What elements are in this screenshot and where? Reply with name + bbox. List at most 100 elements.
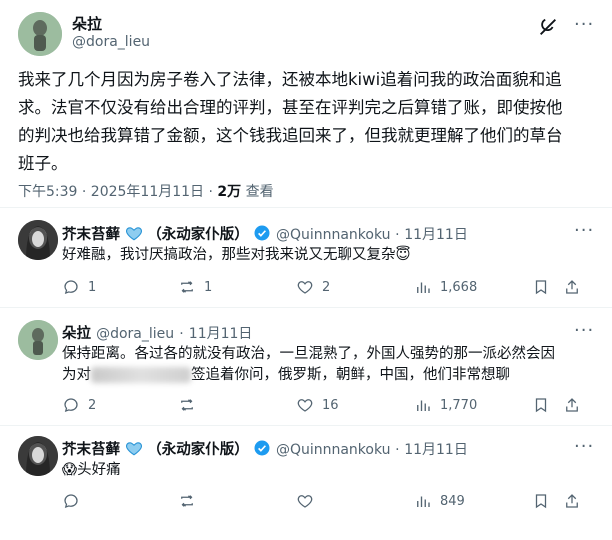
views-icon: [417, 282, 430, 293]
divider: [0, 307, 612, 308]
share-button[interactable]: [563, 492, 581, 510]
more-icon[interactable]: ···: [574, 438, 594, 456]
bookmark-button[interactable]: [532, 492, 550, 510]
like-count: 16: [322, 397, 339, 413]
main-author-handle[interactable]: @dora_lieu: [72, 34, 150, 50]
views-icon: [417, 400, 430, 411]
main-author-avatar[interactable]: [18, 12, 62, 56]
like-icon: [297, 281, 313, 294]
more-icon[interactable]: ···: [574, 222, 594, 240]
views-button[interactable]: 849: [414, 492, 465, 510]
reply-count: 2: [88, 397, 97, 413]
reply3-name-suffix[interactable]: （永动家仆版）: [147, 442, 249, 458]
repost-icon: [181, 495, 193, 507]
reply1-author-avatar[interactable]: [18, 220, 58, 260]
main-post-line: 求。法官不仅没有给出合理的评判，甚至在评判完之后算错了账，即使按他: [18, 98, 563, 117]
share-button[interactable]: [563, 396, 581, 414]
reply2-date[interactable]: 11月11日: [189, 326, 253, 342]
repost-button[interactable]: 1: [178, 278, 212, 296]
separator-dot: ·: [395, 227, 400, 243]
verified-badge-icon: [253, 224, 271, 242]
reply2-author-avatar[interactable]: [18, 320, 58, 360]
reply-button[interactable]: [62, 492, 88, 510]
repost-button[interactable]: [178, 492, 204, 510]
avatar-image: [18, 12, 62, 56]
views-button[interactable]: 1,770: [414, 396, 477, 414]
main-post-line: 班子。: [18, 154, 68, 173]
follow-icon-button[interactable]: [537, 16, 559, 38]
reply1-header: 芥末苔藓 （永动家仆版） @Quinnnankoku · 11月11日: [62, 223, 468, 244]
like-button[interactable]: [296, 492, 322, 510]
share-icon: [566, 494, 578, 508]
repost-icon: [181, 281, 193, 293]
main-post-timestamp[interactable]: 下午5:39 · 2025年11月11日 ·: [18, 184, 217, 200]
like-button[interactable]: 2: [296, 278, 330, 296]
heart-badge-icon: [125, 224, 143, 242]
redacted-blur: [91, 367, 191, 383]
reply1-name-suffix[interactable]: （永动家仆版）: [147, 227, 249, 243]
like-icon: [297, 399, 313, 412]
divider: [0, 425, 612, 426]
main-author-name[interactable]: 朵拉: [72, 13, 102, 34]
main-post-line: 我来了几个月因为房子卷入了法律，还被本地kiwi追着问我的政治面貌和追: [18, 70, 562, 89]
views-count: 1,770: [440, 397, 478, 413]
reply2-author-name[interactable]: 朵拉: [62, 326, 91, 342]
verified-badge-icon: [253, 439, 271, 457]
reply-button[interactable]: 1: [62, 278, 96, 296]
like-count: 2: [322, 279, 331, 295]
reply1-emoji: 😇: [395, 247, 411, 263]
reply2-text-part: 为对: [62, 367, 91, 383]
reply-count: 1: [88, 279, 97, 295]
more-icon[interactable]: ···: [574, 322, 594, 340]
avatar-image: [18, 320, 58, 360]
views-button[interactable]: 1,668: [414, 278, 477, 296]
heart-badge-icon: [125, 439, 143, 457]
reply3-author-handle[interactable]: @Quinnnankoku: [276, 442, 391, 458]
reply3-emoji: 😱: [62, 462, 78, 478]
main-post-meta: 下午5:39 · 2025年11月11日 · 2万 查看: [18, 181, 274, 201]
reply3-header: 芥末苔藓 （永动家仆版） @Quinnnankoku · 11月11日: [62, 438, 468, 459]
bookmark-button[interactable]: [532, 396, 550, 414]
bookmark-icon: [535, 398, 547, 413]
like-icon: [297, 495, 313, 508]
avatar-image: [18, 436, 58, 476]
divider: [0, 207, 612, 208]
reply2-text-line: 保持距离。各过各的就没有政治，一旦混熟了，外国人强势的那一派必然会因: [62, 346, 555, 362]
reply3-author-avatar[interactable]: [18, 436, 58, 476]
reply3-date[interactable]: 11月11日: [404, 442, 468, 458]
reply1-text: 好难融，我讨厌搞政治，那些对我来说又无聊又复杂😇: [62, 245, 411, 266]
repost-count: 1: [204, 279, 213, 295]
reply2-text-part: 签追着你问，俄罗斯，朝鲜，中国，他们非常想聊: [191, 367, 510, 383]
reply3-author-name[interactable]: 芥末苔藓: [62, 442, 120, 458]
more-icon[interactable]: ···: [574, 16, 594, 34]
views-count: 1,668: [440, 279, 478, 295]
reply2-text: 保持距离。各过各的就没有政治，一旦混熟了，外国人强势的那一派必然会因 为对 签追着…: [62, 344, 555, 386]
grok-icon: [540, 18, 556, 35]
reply1-author-name[interactable]: 芥末苔藓: [62, 227, 120, 243]
main-post-line: 的判决也给我算错了金额，这个钱我追回来了，但我就更理解了他们的草台: [18, 126, 563, 145]
repost-icon: [181, 399, 193, 411]
reply-icon: [64, 494, 78, 508]
reply-button[interactable]: 2: [62, 396, 96, 414]
bookmark-icon: [535, 280, 547, 295]
reply1-date[interactable]: 11月11日: [404, 227, 468, 243]
like-button[interactable]: 16: [296, 396, 339, 414]
main-post-views-label: 查看: [241, 184, 274, 200]
share-button[interactable]: [563, 278, 581, 296]
main-post-body: 我来了几个月因为房子卷入了法律，还被本地kiwi追着问我的政治面貌和追 求。法官…: [18, 66, 603, 178]
separator-dot: ·: [179, 326, 184, 342]
repost-button[interactable]: [178, 396, 204, 414]
reply1-author-handle[interactable]: @Quinnnankoku: [276, 227, 391, 243]
share-icon: [566, 398, 578, 412]
bookmark-button[interactable]: [532, 278, 550, 296]
reply1-text-body: 好难融，我讨厌搞政治，那些对我来说又无聊又复杂: [62, 247, 396, 263]
reply2-author-handle[interactable]: @dora_lieu: [96, 326, 174, 342]
reply2-text-line: 为对 签追着你问，俄罗斯，朝鲜，中国，他们非常想聊: [62, 365, 555, 386]
reply2-header: 朵拉 @dora_lieu · 11月11日: [62, 322, 252, 343]
main-post-views-count: 2万: [217, 184, 242, 200]
avatar-image: [18, 220, 58, 260]
views-count: 849: [440, 493, 465, 509]
views-icon: [417, 496, 430, 507]
reply-icon: [64, 398, 78, 412]
reply3-text-body: 头好痛: [77, 462, 121, 478]
